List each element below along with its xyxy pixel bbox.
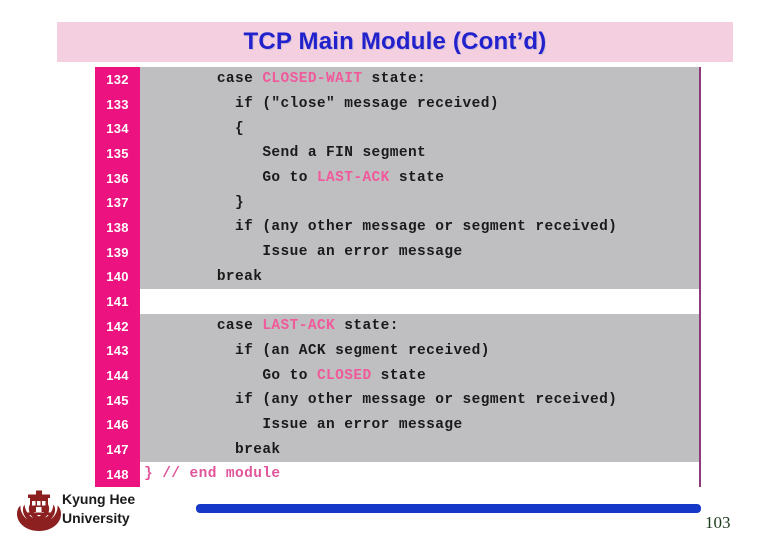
code-text-span: } (235, 194, 245, 211)
code-text-span: case (216, 318, 263, 335)
university-name-line1: Kyung Hee (62, 491, 136, 507)
code-line-text: { (140, 116, 699, 142)
footer-accent-bar (196, 504, 701, 513)
code-line-text: case LAST-ACK state: (140, 313, 699, 339)
code-line-text (140, 289, 699, 314)
kyung-hee-university-crest-icon (17, 490, 61, 531)
code-text-span: if ("close" message received) (235, 96, 499, 113)
code-line-text: if (any other message or segment receive… (140, 387, 699, 413)
code-line-number: 144 (95, 363, 140, 388)
code-line-row: 144 Go to CLOSED state (95, 363, 699, 388)
code-line-number: 141 (95, 289, 140, 314)
code-text-span: state (389, 170, 445, 187)
code-line-number: 143 (95, 338, 140, 364)
code-keyword-state: CLOSED-WAIT (262, 71, 363, 88)
code-line-text: } (140, 190, 699, 216)
code-line-number: 142 (95, 313, 140, 339)
code-line-row: 142 case LAST-ACK state: (95, 313, 699, 339)
slide-title-banner: TCP Main Module (Cont’d) (57, 22, 733, 62)
code-line-text: if ("close" message received) (140, 91, 699, 117)
code-keyword-state: CLOSED (316, 367, 372, 384)
code-text-span: if (any other message or segment receive… (235, 392, 618, 409)
code-line-row: 139 Issue an error message (95, 239, 699, 265)
code-line-text: if (an ACK segment received) (140, 338, 699, 364)
code-line-row: 133 if ("close" message received) (95, 91, 699, 117)
code-line-number: 137 (95, 190, 140, 216)
code-line-text: break (140, 264, 699, 290)
code-keyword-state: LAST-ACK (316, 170, 390, 187)
code-line-number: 135 (95, 141, 140, 166)
code-text-span: break (235, 441, 281, 458)
code-line-row: 143 if (an ACK segment received) (95, 338, 699, 364)
code-line-number: 147 (95, 437, 140, 462)
code-line-row: 147 break (95, 437, 699, 462)
code-text-span: Go to (262, 170, 317, 187)
code-line-number: 148 (95, 462, 140, 487)
code-line-text: Issue an error message (140, 412, 699, 438)
code-text-span: Go to (262, 367, 317, 384)
code-line-number: 133 (95, 91, 140, 117)
code-line-row: 141 (95, 289, 699, 314)
code-line-row: 136 Go to LAST-ACK state (95, 165, 699, 191)
code-listing: 132 case CLOSED-WAIT state: 133 if ("clos… (95, 67, 701, 487)
university-name: Kyung Hee University (62, 490, 135, 528)
code-line-text: Issue an error message (140, 239, 699, 265)
code-line-number: 140 (95, 264, 140, 290)
code-line-row: 134 { (95, 116, 699, 142)
code-line-number: 138 (95, 215, 140, 240)
code-text-span: state (371, 367, 427, 384)
code-line-text: } // end module (140, 462, 699, 487)
code-text-span: state: (362, 71, 427, 88)
code-text-span: Issue an error message (262, 416, 463, 433)
code-keyword-state: LAST-ACK (262, 318, 336, 335)
university-name-line2: University (62, 510, 130, 526)
code-line-number: 134 (95, 116, 140, 142)
code-text-span: case (216, 71, 263, 88)
code-line-number: 136 (95, 165, 140, 191)
code-line-row: 138 if (any other message or segment rec… (95, 215, 699, 240)
code-text-span: state: (335, 318, 399, 335)
code-line-row: 148} // end module (95, 462, 699, 487)
code-line-text: Send a FIN segment (140, 141, 699, 166)
code-text-span: if (an ACK segment received) (235, 342, 490, 359)
code-line-number: 146 (95, 412, 140, 438)
code-line-row: 137 } (95, 190, 699, 216)
code-line-number: 145 (95, 387, 140, 413)
code-line-row: 145 if (any other message or segment rec… (95, 387, 699, 413)
code-text-span: { (235, 120, 245, 137)
code-line-text: Go to CLOSED state (140, 363, 699, 388)
code-text-span: if (any other message or segment receive… (235, 219, 618, 236)
code-line-text: Go to LAST-ACK state (140, 165, 699, 191)
page-title: TCP Main Module (Cont’d) (243, 28, 547, 55)
code-line-row: 146 Issue an error message (95, 412, 699, 438)
code-text-span: Issue an error message (262, 244, 463, 261)
code-comment: } // end module (144, 466, 281, 483)
code-text-span: break (216, 268, 263, 285)
code-line-text: if (any other message or segment receive… (140, 215, 699, 240)
code-line-number: 139 (95, 239, 140, 265)
page-number: 103 (705, 513, 731, 532)
code-line-row: 132 case CLOSED-WAIT state: (95, 67, 699, 92)
code-line-row: 140 break (95, 264, 699, 290)
code-line-text: case CLOSED-WAIT state: (140, 67, 699, 92)
code-line-number: 132 (95, 67, 140, 92)
code-line-row: 135 Send a FIN segment (95, 141, 699, 166)
code-text-span: Send a FIN segment (262, 145, 427, 162)
code-line-text: break (140, 437, 699, 462)
